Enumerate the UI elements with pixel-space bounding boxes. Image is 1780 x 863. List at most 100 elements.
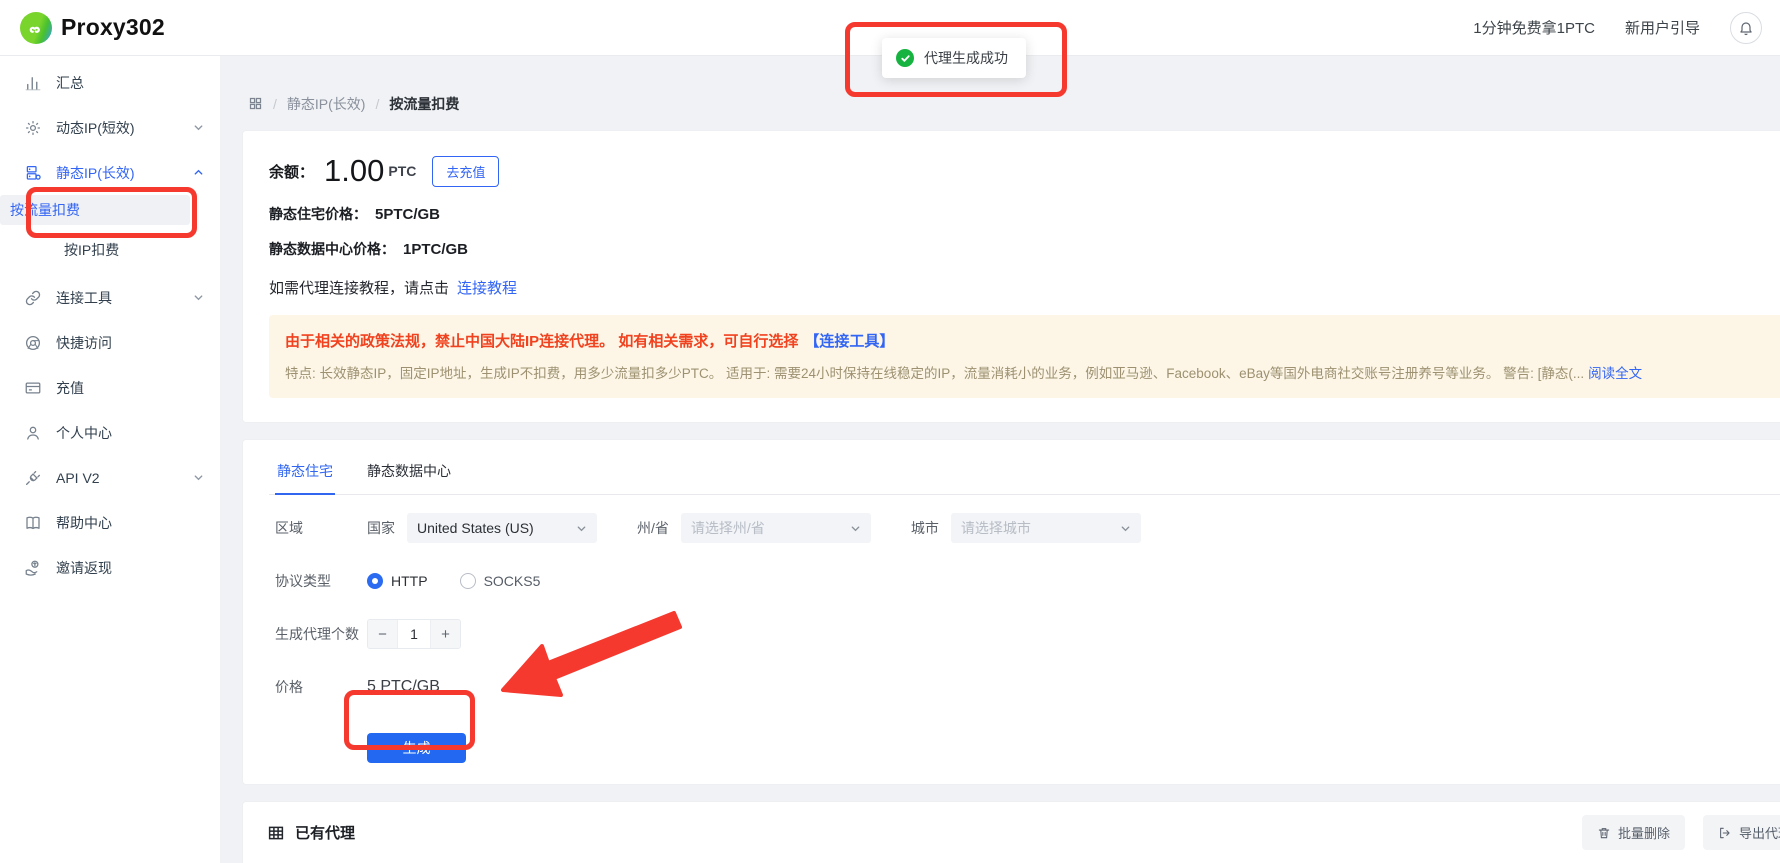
sidebar-item-label: 充值 [56,379,84,396]
server-gear-icon [24,164,42,182]
stepper-value[interactable]: 1 [397,620,431,648]
breadcrumb-separator: / [273,95,277,112]
promo-link[interactable]: 1分钟免费拿1PTC [1473,17,1595,38]
count-label: 生成代理个数 [275,626,359,642]
country-select[interactable]: United States (US) [407,513,597,543]
stepper-minus-button[interactable]: − [368,620,397,648]
sidebar-item-dynamic-ip[interactable]: 动态IP(短效) [0,105,220,150]
batch-delete-button[interactable]: 批量删除 [1581,815,1685,850]
recharge-button[interactable]: 去充值 [432,155,500,187]
balance-label: 余额： [269,163,315,181]
proxy302-logo-icon [20,11,52,44]
sidebar-item-label: 按IP扣费 [64,242,120,258]
sidebar-item-label: 静态IP(长效) [56,164,135,181]
sidebar-item-label: API V2 [56,469,100,486]
state-label: 州/省 [637,520,669,536]
sidebar-item-label: 帮助中心 [56,514,112,531]
radio-http[interactable]: HTTP [367,573,428,589]
chevron-down-icon [576,523,587,534]
person-icon [24,424,42,442]
city-select-placeholder: 请选择城市 [960,520,1031,536]
bell-icon [1740,21,1752,35]
radio-unselected-icon [459,573,476,589]
price-row: 价格 5 PTC/GB [269,677,1780,697]
sidebar-item-help-center[interactable]: 帮助中心 [0,500,220,545]
success-toast: 代理生成成功 [882,38,1026,78]
sidebar: 汇总 动态IP(短效) 静态IP(长效) 按流量扣费 按IP扣费 连接工具 快捷… [0,56,220,863]
state-select[interactable]: 请选择州/省 [680,513,871,543]
tutorial-link[interactable]: 连接教程 [457,280,517,297]
notification-bell-button[interactable] [1730,11,1762,44]
balance-currency: PTC [388,163,417,179]
breadcrumb-static-ip[interactable]: 静态IP(长效) [287,94,366,114]
radio-socks5[interactable]: SOCKS5 [459,573,540,589]
chevron-down-icon [193,292,204,303]
connect-tools-link[interactable]: 【连接工具】 [804,333,894,350]
sidebar-item-summary[interactable]: 汇总 [0,60,220,105]
protocol-label: 协议类型 [275,573,331,589]
link-icon [24,289,42,307]
stepper-plus-button[interactable]: + [431,620,460,648]
chevron-down-icon [1120,523,1131,534]
sidebar-item-recharge[interactable]: 充值 [0,365,220,410]
sidebar-item-connect-tools[interactable]: 连接工具 [0,275,220,320]
city-select[interactable]: 请选择城市 [950,513,1141,543]
export-proxies-label: 导出代理 [1738,826,1780,841]
country-select-value: United States (US) [417,520,534,536]
radio-http-label: HTTP [391,573,428,589]
export-proxies-button[interactable]: 导出代理 [1702,815,1780,850]
quantity-stepper: − 1 + [367,619,461,649]
balance-value: 1.00 [324,153,385,188]
breadcrumb-current: 按流量扣费 [389,95,460,112]
notice-description: 特点: 长效静态IP，固定IP地址，生成IP不扣费，用多少流量扣多少PTC。 适… [285,366,1585,381]
home-grid-icon[interactable] [248,96,263,111]
sidebar-item-label: 按流量扣费 [10,202,80,218]
chevron-down-icon [193,472,204,483]
breadcrumb-separator: / [375,95,380,112]
radio-selected-icon [367,573,383,589]
generate-button[interactable]: 生成 [367,733,466,763]
region-label: 区域 [275,520,303,536]
success-check-icon [896,49,914,67]
bar-chart-icon [24,74,42,92]
chevron-down-icon [193,122,204,133]
main-content: / 静态IP(长效) / 按流量扣费 余额： 1.00 PTC 去充值 静态住宅… [220,56,1780,863]
logo[interactable]: Proxy302 [20,11,165,44]
sidebar-item-label: 快捷访问 [56,334,112,351]
new-user-guide-link[interactable]: 新用户引导 [1625,17,1700,38]
toast-message: 代理生成成功 [924,50,1008,66]
sidebar-item-label: 邀请返现 [56,559,112,576]
sidebar-subitem-pay-by-ip[interactable]: 按IP扣费 [0,225,220,275]
count-row: 生成代理个数 − 1 + [269,619,1780,649]
sidebar-item-personal-center[interactable]: 个人中心 [0,410,220,455]
sidebar-item-quick-access[interactable]: 快捷访问 [0,320,220,365]
residential-price-label: 静态住宅价格： [269,206,367,222]
residential-price-value: 5PTC/GB [375,206,441,223]
policy-notice: 由于相关的政策法规，禁止中国大陆IP连接代理。 如有相关需求，可自行选择 【连接工… [269,315,1780,398]
trash-icon [1598,827,1610,838]
chevron-down-icon [850,523,861,534]
read-more-link[interactable]: 阅读全文 [1588,366,1642,381]
datacenter-price-line: 静态数据中心价格： 1PTC/GB [269,239,1780,259]
state-select-placeholder: 请选择州/省 [690,520,765,536]
balance-info-card: 余额： 1.00 PTC 去充值 静态住宅价格： 5PTC/GB 静态数据中心价格… [242,130,1780,423]
tutorial-line: 如需代理连接教程，请点击 连接教程 [269,277,1780,298]
price-label: 价格 [275,679,303,695]
logo-title: Proxy302 [61,14,165,40]
sidebar-item-invite-cashback[interactable]: 邀请返现 [0,545,220,590]
datacenter-price-label: 静态数据中心价格： [269,241,395,257]
tab-static-residential[interactable]: 静态住宅 [275,448,335,495]
protocol-row: 协议类型 HTTP SOCKS5 [269,571,1780,591]
generate-proxy-card: 静态住宅 静态数据中心 区域 国家 United States (US) 州/省… [242,439,1780,785]
city-label: 城市 [910,520,939,536]
tutorial-text: 如需代理连接教程，请点击 [269,280,450,297]
proxy-type-tabs: 静态住宅 静态数据中心 [269,448,1780,495]
tab-static-datacenter[interactable]: 静态数据中心 [365,448,453,494]
country-label: 国家 [367,520,395,536]
notice-warning-text: 由于相关的政策法规，禁止中国大陆IP连接代理。 如有相关需求，可自行选择 [285,333,799,350]
sidebar-subitem-pay-by-traffic[interactable]: 按流量扣费 [0,195,190,225]
sidebar-item-api-v2[interactable]: API V2 [0,455,220,500]
breadcrumb: / 静态IP(长效) / 按流量扣费 [248,95,1780,112]
chevron-up-icon [193,167,204,178]
sidebar-item-static-ip[interactable]: 静态IP(长效) [0,150,220,195]
